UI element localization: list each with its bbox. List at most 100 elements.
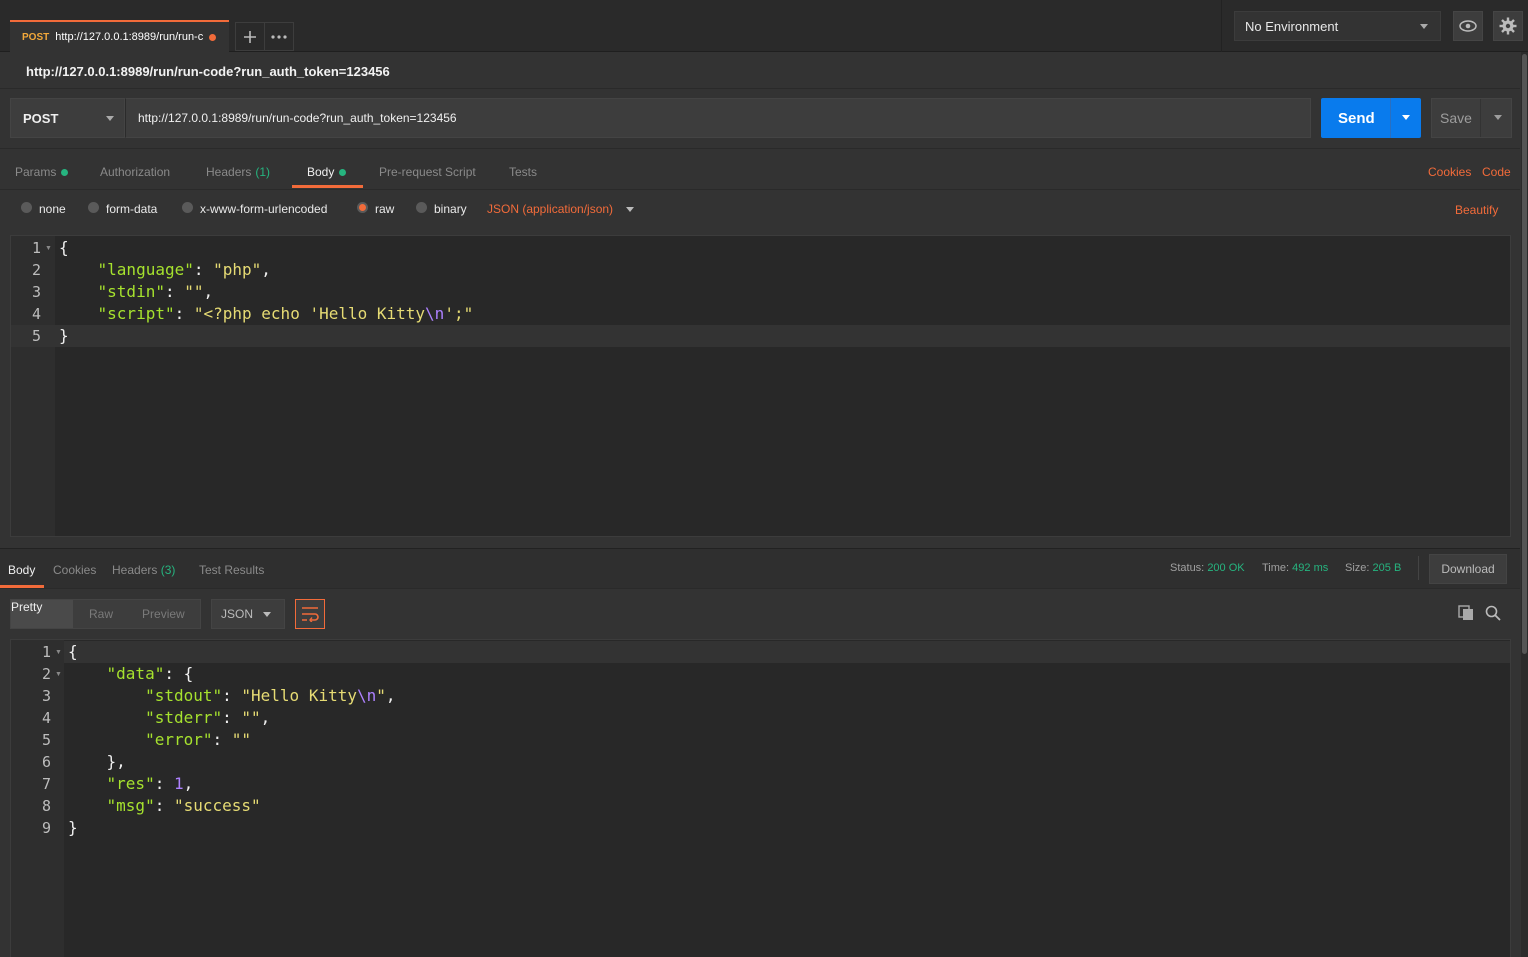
preview-view-button[interactable]: Preview	[142, 607, 185, 621]
code-line: {	[59, 238, 69, 257]
response-view-group: Pretty Raw Preview	[10, 599, 201, 629]
send-options-chevron-icon[interactable]	[1402, 115, 1410, 120]
headers-count: (1)	[255, 165, 271, 179]
more-tabs-button[interactable]	[264, 22, 294, 51]
response-headers-count: (3)	[160, 563, 176, 577]
pretty-view-button[interactable]: Pretty	[11, 600, 73, 628]
line-number: 3	[31, 283, 41, 301]
new-tab-button[interactable]	[235, 22, 265, 51]
copy-button[interactable]	[1458, 605, 1474, 626]
environment-quick-look-button[interactable]	[1453, 11, 1483, 41]
response-format-select[interactable]: JSON	[211, 599, 285, 629]
tab-authorization-label: Authorization	[100, 165, 171, 179]
chevron-down-icon	[1420, 24, 1428, 29]
size-readout: Size: 205 B	[1345, 562, 1401, 574]
code-line: "res": 1,	[106, 774, 194, 793]
request-title[interactable]: http://127.0.0.1:8989/run/run-code?run_a…	[26, 64, 390, 79]
size-label: Size:	[1345, 562, 1370, 574]
response-tab-body[interactable]: Body	[8, 563, 35, 577]
current-line-highlight	[11, 325, 1510, 347]
content-type-select[interactable]: JSON (application/json)	[487, 202, 635, 216]
tab-authorization[interactable]: Authorization	[100, 164, 170, 180]
fold-icon[interactable]: ▼	[55, 649, 62, 656]
copy-icon	[1458, 605, 1473, 620]
code-line: }	[68, 818, 78, 837]
tab-tests[interactable]: Tests	[509, 164, 537, 180]
tab-prerequest-label: Pre-request Script	[379, 165, 476, 179]
scrollbar-thumb[interactable]	[1522, 54, 1527, 654]
radio-urlencoded[interactable]: x-www-form-urlencoded	[182, 202, 327, 216]
chevron-down-icon	[626, 206, 635, 212]
download-button[interactable]: Download	[1429, 554, 1507, 584]
response-tab-test-results[interactable]: Test Results	[199, 563, 264, 577]
search-button[interactable]	[1485, 605, 1501, 626]
code-line: "stdout": "Hello Kitty\n",	[145, 686, 396, 705]
tab-headers-label: Headers	[206, 165, 252, 179]
radio-circle-icon	[21, 202, 32, 213]
radio-form-data-label: form-data	[106, 202, 158, 216]
send-button[interactable]: Send	[1321, 98, 1421, 138]
fold-icon[interactable]: ▼	[45, 245, 52, 252]
tab-params-label: Params	[15, 165, 57, 179]
chevron-down-icon	[263, 612, 271, 617]
raw-view-button[interactable]: Raw	[89, 607, 113, 621]
beautify-link[interactable]: Beautify	[1455, 203, 1498, 217]
method-label: POST	[23, 110, 59, 126]
code-link[interactable]: Code	[1482, 165, 1511, 179]
divider	[0, 148, 1520, 149]
environment-select[interactable]: No Environment	[1234, 11, 1441, 41]
request-body-editor[interactable]: 1 ▼ 2 3 4 5 { "language": "php", "stdin"…	[10, 235, 1511, 537]
radio-binary-label: binary	[434, 202, 467, 216]
tab-body[interactable]: Body	[307, 164, 347, 180]
wrap-lines-button[interactable]	[295, 599, 325, 629]
gear-icon	[1499, 17, 1517, 35]
code-line: {	[68, 642, 78, 661]
response-body-viewer[interactable]: 1 ▼ 2 ▼ 3 4 5 6 7 8 9 { "data": { "stdou…	[10, 639, 1511, 957]
status-value: 200 OK	[1207, 562, 1245, 574]
cookies-link[interactable]: Cookies	[1428, 165, 1471, 179]
save-options-chevron-icon[interactable]	[1494, 115, 1502, 120]
code-line: "stderr": "",	[145, 708, 271, 727]
radio-raw[interactable]: raw	[357, 202, 394, 216]
environment-label: No Environment	[1245, 18, 1339, 34]
ellipsis-icon	[271, 34, 287, 39]
code-line: }	[59, 326, 69, 345]
line-number: 1	[41, 643, 51, 661]
divider	[1480, 99, 1481, 137]
eye-icon	[1459, 20, 1477, 32]
method-select[interactable]: POST	[10, 98, 125, 138]
settings-button[interactable]	[1493, 11, 1523, 41]
active-tab-underline	[292, 185, 363, 188]
response-tab-headers[interactable]: Headers (3)	[112, 563, 175, 577]
radio-form-data[interactable]: form-data	[88, 202, 157, 216]
radio-none-label: none	[39, 202, 66, 216]
request-tab[interactable]: POST http://127.0.0.1:8989/run/run-c	[10, 20, 229, 52]
line-number: 6	[41, 753, 51, 771]
code-line: },	[68, 752, 126, 771]
code-line: "data": {	[106, 664, 194, 683]
line-number: 5	[41, 731, 51, 749]
response-tab-headers-label: Headers	[112, 563, 158, 577]
plus-icon	[244, 30, 256, 43]
tab-body-label: Body	[307, 165, 335, 179]
line-number: 2	[31, 261, 41, 279]
status-readout: Status: 200 OK	[1170, 562, 1245, 574]
active-dot-icon	[339, 168, 347, 176]
response-format-label: JSON	[221, 607, 254, 621]
divider	[0, 88, 1520, 89]
tab-headers[interactable]: Headers (1)	[206, 164, 270, 180]
radio-binary[interactable]: binary	[416, 202, 467, 216]
content-type-label: JSON (application/json)	[487, 202, 614, 216]
save-button[interactable]: Save	[1431, 98, 1512, 138]
line-number: 3	[41, 687, 51, 705]
radio-none[interactable]: none	[21, 202, 66, 216]
tab-prerequest-script[interactable]: Pre-request Script	[379, 164, 476, 180]
code-line: "script": "<?php echo 'Hello Kitty\n';"	[97, 304, 474, 323]
time-label: Time:	[1262, 562, 1290, 574]
url-input[interactable]: http://127.0.0.1:8989/run/run-code?run_a…	[125, 98, 1311, 138]
line-number: 2	[41, 665, 51, 683]
divider	[1418, 556, 1419, 580]
fold-icon[interactable]: ▼	[55, 671, 62, 678]
response-tab-cookies[interactable]: Cookies	[53, 563, 96, 577]
tab-params[interactable]: Params	[15, 164, 69, 180]
